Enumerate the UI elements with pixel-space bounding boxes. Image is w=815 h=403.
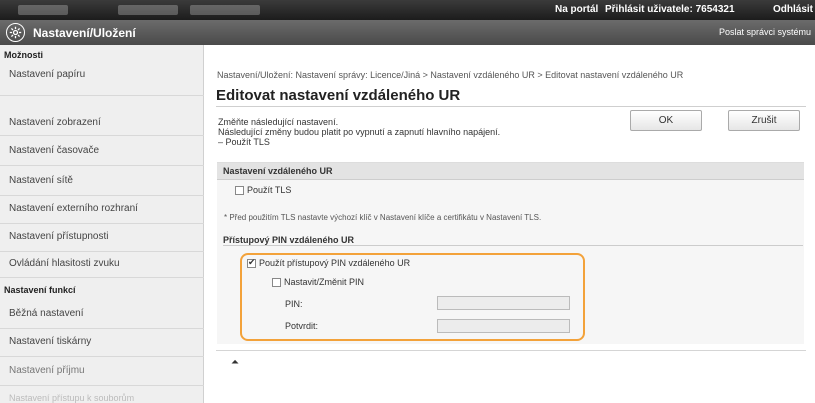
sidebar-section-options: Možnosti xyxy=(4,50,43,60)
sidebar-item-network[interactable]: Nastavení sítě xyxy=(9,175,73,186)
use-pin-checkbox[interactable] xyxy=(247,257,256,268)
printer-model-area xyxy=(118,5,178,15)
set-change-pin-label: Nastavit/Změnit PIN xyxy=(284,277,365,287)
login-user-label: Přihlásit uživatele: 7654321 xyxy=(605,4,735,15)
panel-header-title: Nastavení vzdáleného UR xyxy=(223,166,333,176)
pin-input[interactable] xyxy=(437,296,570,310)
settings-home-icon[interactable] xyxy=(6,23,25,42)
ok-button[interactable]: OK xyxy=(630,110,702,131)
cancel-button[interactable]: Zrušit xyxy=(728,110,800,131)
use-tls-checkbox[interactable] xyxy=(235,186,244,195)
printer-location-area xyxy=(190,5,260,15)
sidebar-item-printer[interactable]: Nastavení tiskárny xyxy=(9,336,91,347)
sidebar-divider xyxy=(0,251,204,252)
breadcrumb[interactable]: Nastavení/Uložení: Nastavení správy: Lic… xyxy=(217,70,683,80)
confirm-pin-input[interactable] xyxy=(437,319,570,333)
confirm-pin-label: Potvrdit: xyxy=(285,321,319,331)
sidebar-item-paper[interactable]: Nastavení papíru xyxy=(9,69,85,80)
pin-section-title: Přístupový PIN vzdáleného UR xyxy=(223,235,355,245)
sidebar-divider xyxy=(0,95,204,96)
sidebar: Možnosti Nastavení papíru Nastavení zobr… xyxy=(0,45,204,403)
printer-name-area xyxy=(18,5,68,15)
pin-section-divider xyxy=(223,245,803,246)
sidebar-divider xyxy=(0,195,204,196)
to-top-icon[interactable]: ⏶ xyxy=(231,357,239,368)
sidebar-section-function-settings: Nastavení funkcí xyxy=(4,285,76,295)
use-tls-label: Použít TLS xyxy=(247,185,292,195)
sidebar-divider xyxy=(0,328,204,329)
info-line: – Použít TLS xyxy=(218,137,270,147)
pin-label: PIN: xyxy=(285,299,303,309)
sidebar-divider xyxy=(0,277,204,278)
mail-admin-link[interactable]: Poslat správci systému xyxy=(719,27,811,37)
info-line: Následující změny budou platit po vypnut… xyxy=(218,127,501,137)
sidebar-divider xyxy=(0,165,204,166)
sidebar-divider xyxy=(0,223,204,224)
main-content: Nastavení/Uložení: Nastavení správy: Lic… xyxy=(204,45,815,403)
sidebar-item-display[interactable]: Nastavení zobrazení xyxy=(9,117,101,128)
sidebar-divider xyxy=(0,356,204,357)
sidebar-item-common[interactable]: Běžná nastavení xyxy=(9,308,84,319)
sidebar-item-file-access[interactable]: Nastavení přístupu k souborům xyxy=(9,393,134,403)
title-bar: Nastavení/Uložení Poslat správci systému xyxy=(0,20,815,45)
page-title: Editovat nastavení vzdáleného UR xyxy=(216,87,461,104)
sidebar-item-receive[interactable]: Nastavení příjmu xyxy=(9,365,85,376)
page-section-title: Nastavení/Uložení xyxy=(33,26,136,40)
sidebar-item-volume[interactable]: Ovládání hlasitosti zvuku xyxy=(9,258,120,269)
logout-link[interactable]: Odhlásit xyxy=(773,4,813,15)
footer-divider xyxy=(216,350,806,351)
sidebar-item-timer[interactable]: Nastavení časovače xyxy=(9,145,99,156)
sidebar-item-external-interface[interactable]: Nastavení externího rozhraní xyxy=(9,203,138,214)
top-bar: Na portál Přihlásit uživatele: 7654321 O… xyxy=(0,0,815,20)
use-pin-label: Použít přístupový PIN vzdáleného UR xyxy=(259,258,411,268)
tls-note: * Před použitím TLS nastavte výchozí klí… xyxy=(224,213,542,222)
info-line: Změňte následující nastavení. xyxy=(218,117,339,127)
title-divider xyxy=(216,106,806,107)
set-change-pin-checkbox[interactable] xyxy=(272,278,281,287)
sidebar-item-accessibility[interactable]: Nastavení přístupnosti xyxy=(9,231,109,242)
portal-link[interactable]: Na portál xyxy=(555,4,598,15)
panel-header: Nastavení vzdáleného UR xyxy=(217,163,804,180)
info-text: Změňte následující nastavení. Následujíc… xyxy=(218,117,500,147)
sidebar-divider xyxy=(0,385,204,386)
sidebar-divider xyxy=(0,135,204,136)
